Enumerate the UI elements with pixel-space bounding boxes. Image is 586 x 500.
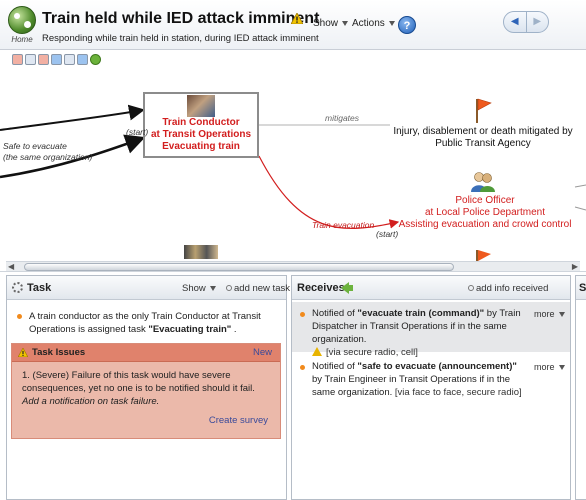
chevron-down-icon [342, 20, 349, 26]
conductor-node[interactable]: Train Conductor at Transit Operations Ev… [143, 92, 259, 158]
officer-people-icon[interactable] [470, 171, 496, 193]
edge-train-evacuation-line [258, 155, 400, 230]
receives-panel: Receives add info received Notified of "… [291, 275, 571, 500]
sends-panel-header: S [576, 276, 586, 300]
page-title: Train held while IED attack imminent [42, 10, 320, 27]
show-menu[interactable]: Show [313, 18, 349, 29]
edge-safe-to-evacuate-label: Safe to evacuate (the same organization) [3, 141, 93, 162]
risk-flag-icon[interactable] [474, 97, 492, 123]
bullet-icon [300, 365, 305, 370]
history-nav: ◀ ▶ [503, 11, 549, 33]
chevron-down-icon [209, 285, 216, 291]
received-info-item[interactable]: Notified of "evacuate train (command)" b… [292, 302, 570, 358]
add-circle-icon [226, 285, 232, 292]
edge-officer-out [574, 184, 586, 188]
scrollbar-thumb[interactable] [24, 263, 454, 271]
chevron-down-icon [558, 312, 565, 318]
receives-panel-header: Receives add info received [292, 276, 570, 300]
edge-start-label: (start) [376, 229, 399, 239]
arrow-left-icon [341, 282, 353, 294]
task-issues-title: Task Issues [32, 347, 86, 358]
received-prefix: Notified of [312, 361, 358, 372]
task-show-label: Show [182, 283, 206, 294]
task-issues-box: Task Issues New 1. (Severe) Failure of t… [11, 343, 281, 439]
help-icon[interactable]: ? [398, 16, 416, 34]
gear-icon [12, 282, 23, 293]
received-info-name: "safe to evacuate (announcement)" [357, 361, 517, 372]
add-new-task-link[interactable]: add new task [226, 283, 290, 294]
edge-into-conductor-1 [0, 104, 145, 131]
page-subtitle: Responding while train held in station, … [42, 33, 319, 44]
edge-mitigates-label: mitigates [325, 113, 360, 123]
sends-panel-partial: S [575, 275, 586, 500]
task-panel-header: Task Show add new task [7, 276, 290, 300]
home-label: Home [11, 35, 33, 44]
task-name: "Evacuating train" [148, 324, 232, 335]
received-info-item[interactable]: Notified of "safe to evacuate (announcem… [292, 355, 570, 399]
conductor-node-label: Train Conductor at Transit Operations Ev… [150, 117, 252, 152]
horizontal-scrollbar[interactable]: ◀ ▶ [6, 261, 580, 271]
warning-icon[interactable] [291, 13, 303, 24]
more-menu[interactable]: more [534, 361, 565, 374]
home-button[interactable]: Home [6, 6, 38, 46]
add-info-received-link[interactable]: add info received [468, 283, 548, 294]
warning-icon [18, 348, 28, 357]
chevron-down-icon [558, 365, 565, 371]
add-circle-icon [468, 285, 474, 292]
show-menu-label: Show [313, 18, 339, 29]
add-info-received-label: add info received [476, 283, 549, 294]
edge-officer-out-2 [574, 206, 586, 211]
home-globe-icon [8, 6, 36, 34]
scroll-right-icon[interactable]: ▶ [572, 262, 578, 271]
back-arrow-icon[interactable]: ◀ [504, 12, 526, 32]
actions-menu[interactable]: Actions [352, 18, 395, 29]
actions-menu-label: Actions [352, 18, 385, 29]
new-issue-link[interactable]: New [253, 347, 272, 358]
edge-start-label: (start) [126, 127, 149, 137]
add-new-task-label: add new task [234, 283, 290, 294]
received-prefix: Notified of [312, 308, 358, 319]
received-info-name: "evacuate train (command)" [357, 308, 485, 319]
task-issue-suggestion: Add a notification on task failure. [22, 396, 160, 407]
partial-flag-icon [476, 250, 491, 261]
risk-node-label[interactable]: Injury, disablement or death mitigated b… [385, 126, 581, 150]
received-info-text: Notified of "evacuate train (command)" b… [312, 307, 524, 359]
more-label: more [534, 362, 555, 372]
task-issue-item: 1. (Severe) Failure of this task would h… [22, 369, 274, 408]
flow-canvas[interactable]: Train Conductor at Transit Operations Ev… [0, 50, 586, 272]
partial-node-photo [184, 245, 218, 259]
sends-panel-title: S [579, 282, 586, 294]
edge-train-evacuation-label: Train evacuation [312, 220, 375, 230]
create-survey-link[interactable]: Create survey [209, 415, 268, 426]
task-issue-text: 1. (Severe) Failure of this task would h… [22, 370, 255, 394]
receives-panel-title: Receives [297, 282, 345, 294]
task-description-end: . [231, 324, 237, 335]
task-issues-header: Task Issues New [12, 344, 280, 362]
chevron-down-icon [388, 20, 395, 26]
bullet-icon [300, 312, 305, 317]
scroll-left-icon[interactable]: ◀ [8, 262, 14, 271]
received-via: [via face to face, secure radio] [394, 387, 522, 398]
task-description: A train conductor as the only Train Cond… [17, 310, 279, 336]
received-info-text: Notified of "safe to evacuate (announcem… [312, 360, 524, 399]
task-panel-title: Task [27, 282, 52, 294]
more-menu[interactable]: more [534, 308, 565, 321]
more-label: more [534, 309, 555, 319]
forward-arrow-icon[interactable]: ▶ [525, 12, 549, 32]
officer-node-label[interactable]: Police Officer at Local Police Departmen… [395, 195, 575, 231]
header-bar: Home Train held while IED attack imminen… [0, 0, 586, 50]
task-panel: Task Show add new task A train conductor… [6, 275, 290, 500]
conductor-photo [187, 95, 215, 117]
task-show-menu[interactable]: Show [182, 283, 216, 294]
